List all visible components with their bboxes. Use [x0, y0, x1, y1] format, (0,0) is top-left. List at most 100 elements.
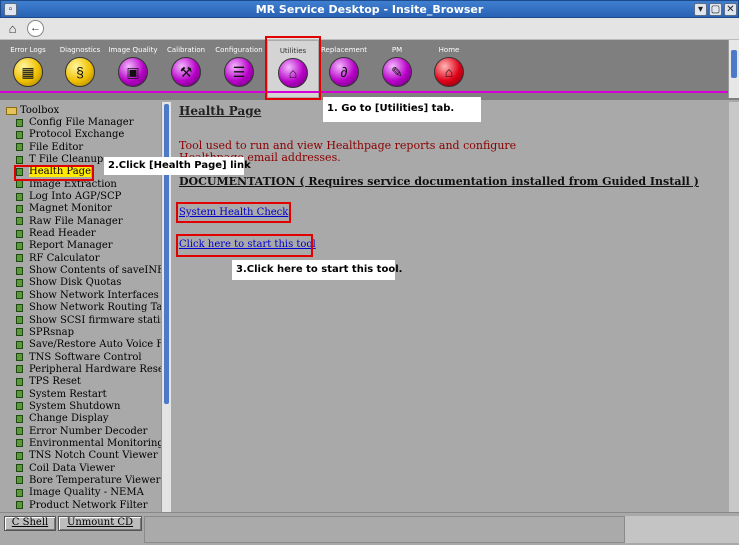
toolbox-item-label: Error Number Decoder: [29, 425, 148, 437]
toolbox-root[interactable]: Toolbox: [6, 105, 59, 116]
tab-pm[interactable]: PM ✎: [371, 40, 423, 98]
toolbox-item-label: Product Network Filter: [29, 499, 148, 511]
toolbox-item-label: Show Network Interfaces: [29, 289, 159, 301]
step2-callout: 2.Click [Health Page] link: [104, 157, 251, 175]
toolbox-item[interactable]: RF Calculator: [16, 253, 170, 265]
toolbox-item[interactable]: Environmental Monitoring: [16, 438, 170, 450]
toolbox-item[interactable]: Show Network Routing Table: [16, 302, 170, 314]
documentation-heading: DOCUMENTATION ( Requires service documen…: [179, 175, 699, 188]
toolbox-item[interactable]: Log Into AGP/SCP: [16, 191, 170, 203]
toolbox-item[interactable]: Read Header: [16, 228, 170, 240]
toolbox-item[interactable]: Magnet Monitor: [16, 203, 170, 215]
toolbox-item-label: Coil Data Viewer: [29, 462, 115, 474]
toolbox-item[interactable]: Product Network Filter: [16, 499, 170, 512]
tool-document-icon: [16, 439, 23, 448]
maximize-button[interactable]: ▢: [709, 3, 722, 16]
tab-error-logs[interactable]: Error Logs ▦: [2, 40, 54, 98]
toolbox-item[interactable]: TPS Reset: [16, 376, 170, 388]
tool-document-icon: [16, 390, 23, 399]
scrollbar-thumb[interactable]: [164, 104, 169, 404]
toolbox-item[interactable]: Show Network Interfaces: [16, 289, 170, 302]
toolbox-item-label: Read Header: [29, 228, 96, 240]
tool-document-icon: [16, 402, 23, 411]
toolbox-item[interactable]: TNS Software Control: [16, 351, 170, 364]
tab-label: PM: [391, 46, 403, 54]
tool-document-icon: [16, 377, 23, 386]
tool-document-icon: [16, 229, 23, 238]
tab-diagnostics[interactable]: Diagnostics §: [54, 40, 106, 98]
minimize-button[interactable]: ▾: [694, 3, 707, 16]
tab-label: Error Logs: [10, 46, 46, 54]
toolbox-item[interactable]: Change Display: [16, 413, 170, 425]
tab-label: Calibration: [166, 46, 206, 54]
toolbox-item-label: Show Contents of saveINFO: [29, 265, 171, 277]
toolbox-item[interactable]: Image Quality - NEMA: [16, 487, 170, 499]
toolbox-item[interactable]: TNS Notch Count Viewer: [16, 450, 170, 462]
tool-document-icon: [16, 427, 23, 436]
tool-document-icon: [16, 476, 23, 485]
unmount-cd-button[interactable]: Unmount CD: [58, 516, 142, 531]
home-icon[interactable]: ⌂: [4, 20, 21, 37]
back-arrow-icon[interactable]: ←: [27, 20, 44, 37]
tool-document-icon: [16, 316, 23, 324]
tool-document-icon: [16, 143, 23, 152]
tab-image-quality[interactable]: Image Quality ▣: [107, 40, 159, 98]
tab-calibration[interactable]: Calibration ⚒: [160, 40, 212, 98]
toolbox-item[interactable]: Raw File Manager: [16, 216, 170, 228]
tab-replacement[interactable]: Replacement ∂: [318, 40, 370, 98]
toolbox-item[interactable]: Report Manager: [16, 240, 170, 252]
toolbox-item-label: Peripheral Hardware Reset: [29, 363, 168, 375]
tool-document-icon: [16, 488, 23, 497]
bottom-bar: C Shell Unmount CD: [0, 512, 739, 545]
toolbox-item-label: SPRsnap: [29, 326, 75, 338]
page-title: Health Page: [179, 104, 262, 118]
toolbox-item[interactable]: Config File Manager: [16, 117, 170, 129]
start-tool-link-highlight: [176, 234, 313, 257]
tool-document-icon: [16, 291, 23, 300]
tool-document-icon: [16, 353, 23, 362]
toolbox-item[interactable]: Show Contents of saveINFO: [16, 265, 171, 277]
tabbar-scrollbar[interactable]: [728, 40, 739, 98]
toolbox-item[interactable]: Protocol Exchange: [16, 129, 170, 141]
toolbox-item-label: System Restart: [29, 388, 107, 400]
health-page-item-highlight: [14, 165, 94, 181]
utilities-tab-highlight: [265, 36, 321, 100]
tool-document-icon: [16, 303, 23, 312]
tab-label: Configuration: [215, 46, 263, 54]
tab-configuration[interactable]: Configuration ☰: [213, 40, 265, 98]
toolbox-item[interactable]: File Editor: [16, 141, 170, 154]
tool-document-icon: [16, 451, 23, 460]
toolbox-item[interactable]: System Restart: [16, 388, 170, 401]
replacement-icon: ∂: [329, 57, 359, 87]
scrollbar-thumb[interactable]: [731, 50, 737, 78]
toolbox-item[interactable]: System Shutdown: [16, 401, 170, 413]
toolbox-item-label: Config File Manager: [29, 117, 134, 128]
tool-document-icon: [16, 217, 23, 226]
window-titlebar: ▫ MR Service Desktop - Insite_Browser ▾ …: [0, 0, 739, 18]
tool-document-icon: [16, 192, 23, 201]
toolbox-item[interactable]: Coil Data Viewer: [16, 462, 170, 475]
toolbox-item-label: Show Disk Quotas: [29, 277, 122, 289]
toolbox-item[interactable]: Show SCSI firmware statistics: [16, 315, 170, 327]
toolbox-item[interactable]: Show Disk Quotas: [16, 277, 170, 289]
toolbox-item-label: File Editor: [29, 141, 84, 153]
tool-document-icon: [16, 204, 23, 213]
toolbox-item-label: TNS Software Control: [29, 351, 142, 363]
tool-document-icon: [16, 340, 23, 349]
toolbox-item[interactable]: Save/Restore Auto Voice Files: [16, 339, 170, 351]
tab-home[interactable]: Home ⌂: [423, 40, 475, 98]
close-button[interactable]: ✕: [724, 3, 737, 16]
toolbox-item[interactable]: Error Number Decoder: [16, 425, 170, 438]
tab-label: Home: [438, 46, 460, 54]
toolbox-item[interactable]: Bore Temperature Viewer: [16, 474, 170, 487]
tool-document-icon: [16, 328, 23, 337]
c-shell-button[interactable]: C Shell: [4, 516, 56, 531]
tool-document-icon: [16, 118, 23, 127]
toolbox-item-label: TNS Notch Count Viewer: [29, 450, 158, 462]
content-scrollbar[interactable]: [729, 102, 739, 512]
toolbox-item[interactable]: Peripheral Hardware Reset: [16, 363, 170, 376]
toolbox-item-label: Bore Temperature Viewer: [29, 474, 161, 486]
toolbox-item[interactable]: SPRsnap: [16, 326, 170, 339]
tool-document-icon: [16, 266, 23, 275]
stethoscope-icon: §: [65, 57, 95, 87]
